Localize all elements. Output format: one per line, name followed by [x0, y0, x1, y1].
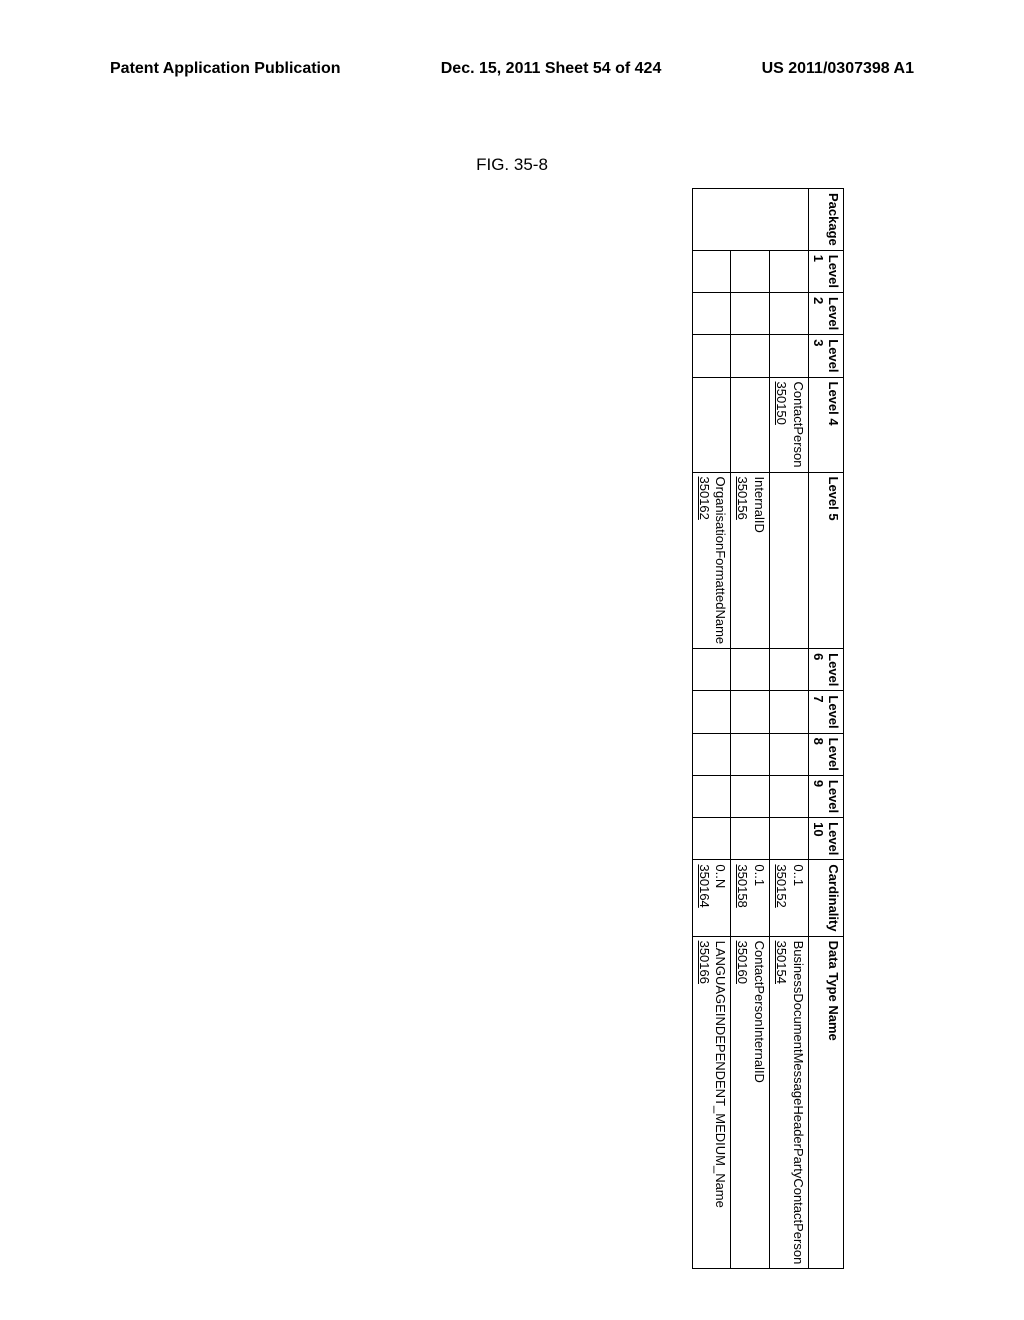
- cell-level6: [731, 649, 770, 691]
- cell-level2: [692, 293, 731, 335]
- cell-level10: [770, 818, 809, 860]
- cell-package: [692, 189, 808, 251]
- table-row: InternalID 350156 0..1 350158: [731, 189, 770, 1269]
- cardin-ref: 350152: [774, 864, 789, 907]
- cell-level5: OrganisationFormattedName 350162: [692, 472, 731, 649]
- col-level10: Level 10: [809, 818, 844, 860]
- cell-cardin: 0..1 350158: [731, 860, 770, 936]
- cell-level10: [731, 818, 770, 860]
- level5-text: OrganisationFormattedName: [713, 477, 728, 645]
- data-text: ContactPersonInternalID: [752, 941, 767, 1083]
- cardin-ref: 350164: [697, 864, 712, 907]
- level5-text: InternalID: [752, 477, 767, 533]
- cell-level1: [731, 250, 770, 292]
- cell-cardin: 0..N 350164: [692, 860, 731, 936]
- col-level1: Level 1: [809, 250, 844, 292]
- cell-level8: [692, 733, 731, 775]
- cardin-text: 0..N: [713, 864, 728, 888]
- cell-level4: [731, 377, 770, 472]
- cell-level6: [692, 649, 731, 691]
- cell-level4: [692, 377, 731, 472]
- data-table-container: Package Level 1 Level 2 Level 3 Level 4 …: [692, 188, 844, 858]
- cell-level3: [692, 335, 731, 377]
- level5-ref: 350162: [697, 477, 712, 520]
- cell-level3: [731, 335, 770, 377]
- cell-cardin: 0..1 350152: [770, 860, 809, 936]
- cell-level8: [731, 733, 770, 775]
- page-header: Patent Application Publication Dec. 15, …: [0, 60, 1024, 78]
- col-cardin: Cardinality: [809, 860, 844, 936]
- cell-level1: [692, 250, 731, 292]
- cell-level9: [692, 775, 731, 817]
- data-ref: 350160: [735, 941, 750, 984]
- col-level6: Level 6: [809, 649, 844, 691]
- data-ref: 350154: [774, 941, 789, 984]
- col-level5: Level 5: [809, 472, 844, 649]
- cell-level2: [731, 293, 770, 335]
- cell-data: LANGUAGEINDEPENDENT_MEDIUM_Name 350166: [692, 936, 731, 1269]
- level4-text: ContactPerson: [791, 382, 806, 468]
- level5-ref: 350156: [735, 477, 750, 520]
- cell-data: ContactPersonInternalID 350160: [731, 936, 770, 1269]
- data-ref: 350166: [697, 941, 712, 984]
- cell-level8: [770, 733, 809, 775]
- cell-level7: [692, 691, 731, 733]
- header-left: Patent Application Publication: [110, 60, 341, 78]
- col-level7: Level 7: [809, 691, 844, 733]
- figure-label: FIG. 35-8: [476, 155, 548, 175]
- cardin-text: 0..1: [791, 864, 806, 886]
- cell-level4: ContactPerson 350150: [770, 377, 809, 472]
- col-level4: Level 4: [809, 377, 844, 472]
- level4-ref: 350150: [774, 382, 789, 425]
- cell-level5: [770, 472, 809, 649]
- data-text: BusinessDocumentMessageHeaderPartyContac…: [791, 941, 806, 1265]
- cell-level5: InternalID 350156: [731, 472, 770, 649]
- table-row: OrganisationFormattedName 350162 0..N 35…: [692, 189, 731, 1269]
- cell-level3: [770, 335, 809, 377]
- cell-level9: [731, 775, 770, 817]
- col-level3: Level 3: [809, 335, 844, 377]
- table-header-row: Package Level 1 Level 2 Level 3 Level 4 …: [809, 189, 844, 1269]
- cardin-text: 0..1: [752, 864, 767, 886]
- col-level9: Level 9: [809, 775, 844, 817]
- cell-level2: [770, 293, 809, 335]
- cell-data: BusinessDocumentMessageHeaderPartyContac…: [770, 936, 809, 1269]
- col-level2: Level 2: [809, 293, 844, 335]
- cell-level1: [770, 250, 809, 292]
- col-level8: Level 8: [809, 733, 844, 775]
- table-row: ContactPerson 350150 0..1 350152: [770, 189, 809, 1269]
- header-right: US 2011/0307398 A1: [762, 60, 914, 78]
- data-text: LANGUAGEINDEPENDENT_MEDIUM_Name: [713, 941, 728, 1208]
- cell-level6: [770, 649, 809, 691]
- cell-level9: [770, 775, 809, 817]
- cell-level7: [731, 691, 770, 733]
- cell-level10: [692, 818, 731, 860]
- header-center: Dec. 15, 2011 Sheet 54 of 424: [441, 60, 662, 78]
- data-table: Package Level 1 Level 2 Level 3 Level 4 …: [692, 188, 844, 1269]
- col-data: Data Type Name: [809, 936, 844, 1269]
- cell-level7: [770, 691, 809, 733]
- cardin-ref: 350158: [735, 864, 750, 907]
- col-package: Package: [809, 189, 844, 251]
